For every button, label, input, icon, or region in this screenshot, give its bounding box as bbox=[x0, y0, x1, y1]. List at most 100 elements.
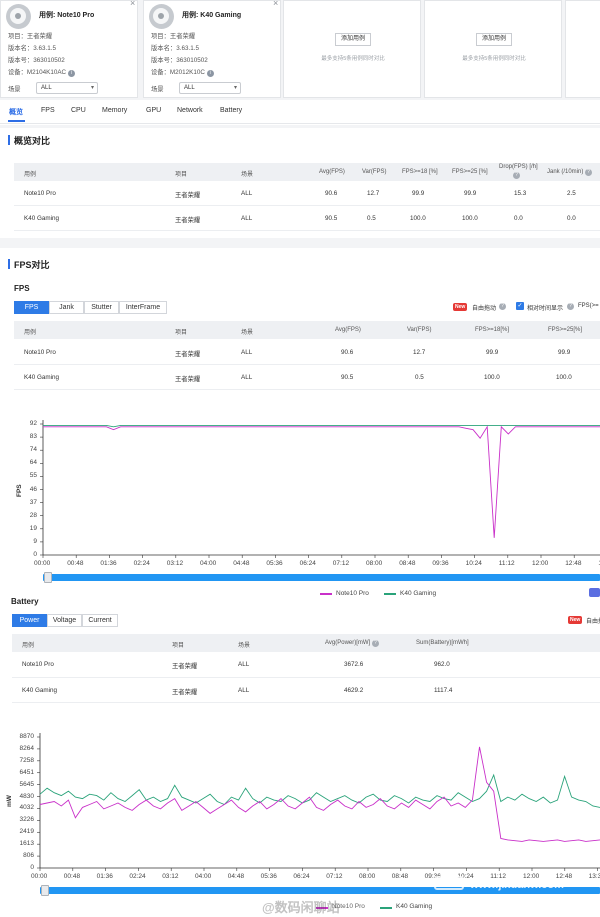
avatar bbox=[149, 4, 174, 29]
x-tick-label: 07:12 bbox=[332, 560, 350, 567]
case-card-strip: 用例: Note10 Pro × 项目：王者荣耀 版本名：3.63.1.5 版本… bbox=[0, 0, 600, 100]
cell: 0.0 bbox=[567, 215, 576, 222]
overview-title: 概览对比 bbox=[7, 135, 51, 146]
case-name: 用例: Note10 Pro bbox=[39, 12, 95, 19]
x-tick-label: 11:12 bbox=[498, 560, 515, 567]
battery-table-header bbox=[12, 634, 600, 652]
tab-fps[interactable]: FPS bbox=[41, 107, 55, 114]
row-divider bbox=[14, 364, 600, 365]
segment-current[interactable]: Current bbox=[82, 614, 118, 627]
legend-swatch-k40 bbox=[384, 593, 396, 595]
x-tick-label: 12:48 bbox=[565, 560, 582, 567]
battery-title: Battery bbox=[11, 597, 39, 606]
add-case-button[interactable]: 添加用例 bbox=[335, 33, 371, 46]
cell: 90.6 bbox=[325, 190, 338, 197]
segment-jank[interactable]: Jank bbox=[49, 301, 84, 314]
row-divider bbox=[14, 389, 600, 390]
scene-select[interactable]: ALL ▾ bbox=[179, 82, 241, 94]
cell: 99.9 bbox=[486, 349, 499, 356]
fps-section-title: FPS对比 bbox=[8, 259, 50, 270]
project-row: 项目：王者荣耀 bbox=[151, 33, 196, 40]
tab-bar: 概览 FPS CPU Memory GPU Network Battery bbox=[0, 100, 600, 124]
close-icon[interactable]: × bbox=[130, 0, 135, 8]
scene-select[interactable]: ALL ▾ bbox=[36, 82, 98, 94]
site-logo-icon bbox=[434, 876, 464, 890]
cell: K40 Gaming bbox=[24, 215, 60, 222]
fps-filter-label: FPS(>= bbox=[578, 303, 599, 309]
cell: K40 Gaming bbox=[22, 687, 58, 694]
help-icon[interactable]: ? bbox=[585, 169, 593, 176]
version-no-row: 版本号：363010502 bbox=[151, 57, 208, 64]
x-tick-label: 02:24 bbox=[133, 560, 150, 567]
weibo-watermark: @数码闲聊站 bbox=[262, 900, 340, 915]
x-tick-label: 04:00 bbox=[200, 560, 217, 567]
tab-battery[interactable]: Battery bbox=[220, 107, 242, 114]
relative-time-checkbox[interactable]: ✓ bbox=[516, 302, 524, 310]
cell: 90.5 bbox=[341, 374, 354, 381]
legend-k40[interactable]: K40 Gaming bbox=[400, 590, 436, 597]
new-badge: New bbox=[568, 616, 583, 624]
cell: 0.5 bbox=[415, 374, 424, 381]
cell: 99.9 bbox=[464, 190, 477, 197]
x-tick-label: 12:00 bbox=[532, 560, 549, 567]
x-tick-label: 08:48 bbox=[399, 560, 416, 567]
help-icon[interactable]: ? bbox=[567, 303, 574, 310]
relative-time-label: 相对时间显示 bbox=[527, 306, 564, 312]
fps-line-chart bbox=[40, 420, 600, 558]
help-icon[interactable]: ? bbox=[371, 640, 379, 647]
scene-label: 场景 bbox=[8, 86, 21, 93]
legend-swatch-k40 bbox=[380, 907, 392, 909]
fps-time-scrollbar[interactable] bbox=[43, 574, 600, 581]
segment-stutter[interactable]: Stutter bbox=[84, 301, 119, 314]
help-icon[interactable]: ? bbox=[513, 172, 520, 179]
info-icon[interactable]: i bbox=[67, 70, 75, 77]
auto-drag-label[interactable]: 自由拖动 bbox=[472, 303, 496, 312]
chevron-down-icon: ▾ bbox=[233, 85, 237, 91]
cell: 99.9 bbox=[558, 349, 571, 356]
tab-memory[interactable]: Memory bbox=[102, 107, 127, 114]
close-icon[interactable]: × bbox=[273, 0, 278, 8]
tab-network[interactable]: Network bbox=[177, 107, 203, 114]
tab-gpu[interactable]: GPU bbox=[146, 107, 161, 114]
cell: 100.0 bbox=[484, 374, 500, 381]
add-case-button[interactable]: 添加用例 bbox=[476, 33, 512, 46]
legend-k40[interactable]: K40 Gaming bbox=[396, 903, 432, 910]
cell: ALL bbox=[241, 190, 253, 197]
cell: 962.0 bbox=[434, 661, 450, 668]
auto-drag-label[interactable]: 自由拖 bbox=[586, 616, 600, 625]
segment-power[interactable]: Power bbox=[12, 614, 47, 627]
legend-note10[interactable]: Note10 Pro bbox=[336, 590, 369, 597]
cell: 王者荣耀 bbox=[175, 376, 201, 383]
col-avg-power: Avg(Power)[mW] ? bbox=[325, 640, 379, 647]
segment-interframe[interactable]: InterFrame bbox=[119, 301, 167, 314]
x-tick-label: 08:00 bbox=[366, 560, 383, 567]
battery-scroll-handle[interactable] bbox=[41, 885, 49, 896]
fps-scroll-handle[interactable] bbox=[44, 572, 52, 583]
cell: 100.0 bbox=[410, 215, 426, 222]
col-jank: Jank (/10min) ? bbox=[547, 169, 593, 176]
add-case-card: 添加用例 最多支持5条用例同时对比 bbox=[283, 0, 421, 98]
segment-fps[interactable]: FPS bbox=[14, 301, 49, 314]
new-badge: New bbox=[453, 303, 468, 311]
col-fps18: FPS>=18[%] bbox=[475, 327, 510, 333]
series-line-k40 bbox=[39, 773, 600, 808]
chart-tool-button[interactable] bbox=[589, 588, 600, 597]
cell: ALL bbox=[238, 687, 250, 694]
info-icon[interactable]: i bbox=[206, 70, 214, 77]
cell: 2.5 bbox=[567, 190, 576, 197]
segment-voltage[interactable]: Voltage bbox=[47, 614, 82, 627]
x-tick-label: 10:24 bbox=[465, 560, 482, 567]
help-icon[interactable]: ? bbox=[499, 303, 506, 310]
tab-overview[interactable]: 概览 bbox=[9, 107, 23, 117]
case-card-note10: 用例: Note10 Pro × 项目：王者荣耀 版本名：3.63.1.5 版本… bbox=[0, 0, 138, 98]
x-tick-label: 09:36 bbox=[432, 560, 449, 567]
cell: 90.5 bbox=[325, 215, 338, 222]
cell: Note10 Pro bbox=[22, 661, 54, 668]
tab-cpu[interactable]: CPU bbox=[71, 107, 86, 114]
version-row: 版本名：3.63.1.5 bbox=[8, 45, 56, 52]
col-var-fps: Var(FPS) bbox=[362, 169, 387, 175]
row-divider bbox=[12, 677, 600, 678]
col-project: 项目 bbox=[172, 643, 185, 649]
cell: Note10 Pro bbox=[24, 349, 56, 356]
cell: ALL bbox=[241, 215, 253, 222]
